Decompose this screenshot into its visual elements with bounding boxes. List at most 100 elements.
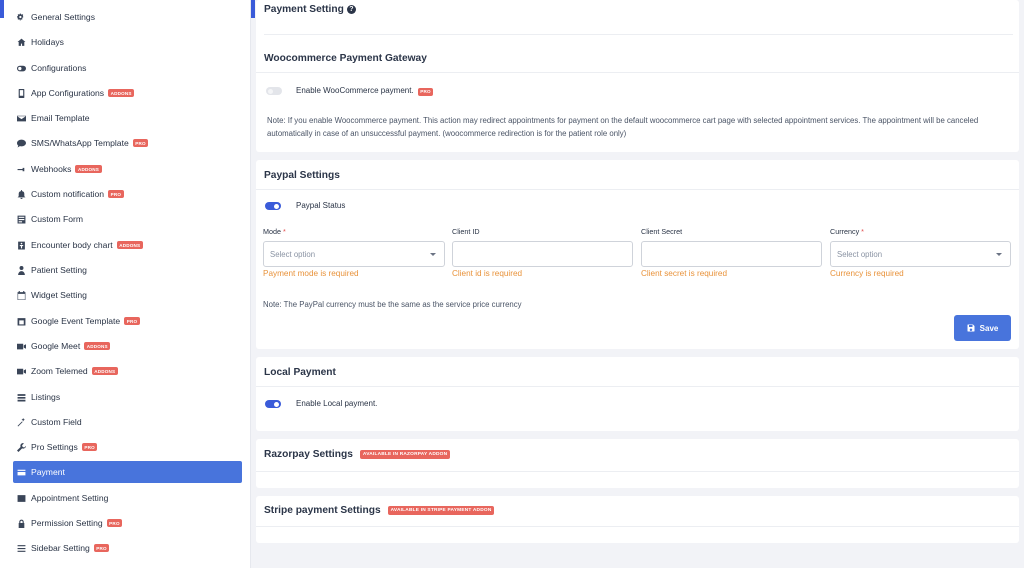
sidebar-item-label: Custom notification — [31, 189, 105, 199]
page-title: Payment Setting ? — [264, 4, 356, 15]
home-icon — [17, 38, 26, 47]
sidebar-item-encounter-body-chart[interactable]: Encounter body chart ADDONS — [13, 234, 242, 256]
sidebar-item-label: Encounter body chart — [31, 240, 113, 250]
calendar-icon — [17, 290, 26, 300]
woocommerce-title: Woocommerce Payment Gateway — [264, 53, 427, 64]
sidebar-item-listings[interactable]: Listings — [13, 386, 242, 408]
paypal-card: Paypal Settings Paypal Status Mode * Sel… — [256, 160, 1019, 349]
currency-select[interactable]: Select option — [830, 241, 1011, 267]
divider — [256, 526, 1019, 527]
addon-badge: AVAILABLE IN STRIPE PAYMENT ADDON — [387, 506, 495, 515]
sidebar-item-google-event-template[interactable]: Google Event Template PRO — [13, 310, 242, 332]
sidebar-item-label: Pro Settings — [31, 442, 78, 452]
sidebar-item-permission-setting[interactable]: Permission Setting PRO — [13, 512, 242, 534]
pro-badge: PRO — [93, 544, 110, 552]
divider — [256, 189, 1019, 190]
floppy-disk-icon — [967, 324, 975, 332]
sidebar-item-label: Google Meet — [31, 341, 81, 351]
addons-badge: ADDONS — [108, 89, 135, 97]
sidebar-item-app-configurations[interactable]: App Configurations ADDONS — [13, 82, 242, 104]
sidebar-item-label: Zoom Telemed — [31, 366, 88, 376]
addons-badge: ADDONS — [84, 342, 111, 350]
pro-badge: PRO — [81, 443, 98, 451]
sidebar-item-custom-field[interactable]: Custom Field — [13, 411, 242, 433]
save-button[interactable]: Save — [954, 315, 1011, 341]
chevron-down-icon — [996, 253, 1002, 256]
paypal-status-label: Paypal Status — [296, 201, 346, 210]
sidebar-item-zoom-telemed[interactable]: Zoom Telemed ADDONS — [13, 360, 242, 382]
paypal-title: Paypal Settings — [264, 170, 340, 181]
help-icon[interactable]: ? — [346, 5, 356, 14]
addons-badge: ADDONS — [91, 367, 118, 375]
video-icon — [17, 342, 26, 351]
sidebar-item-configurations[interactable]: Configurations — [13, 57, 242, 79]
local-payment-label: Enable Local payment. — [296, 399, 378, 408]
paypal-note: Note: The PayPal currency must be the sa… — [263, 300, 522, 309]
client-id-label: Client ID — [452, 227, 480, 236]
sidebar-item-general-settings[interactable]: General Settings — [13, 6, 242, 28]
sidebar-item-patient-setting[interactable]: Patient Setting — [13, 259, 242, 281]
sidebar-item-label: Listings — [31, 392, 61, 402]
stripe-title: Stripe payment Settings AVAILABLE IN STRI… — [264, 505, 495, 516]
magic-wand-icon — [17, 417, 26, 427]
client-secret-error: Client secret is required — [641, 269, 728, 278]
sidebar-item-label: App Configurations — [31, 88, 105, 98]
client-id-error: Client id is required — [452, 269, 523, 278]
bars-icon — [17, 544, 26, 553]
woocommerce-toggle[interactable] — [266, 87, 282, 95]
sidebar-item-sms-whatsapp-template[interactable]: SMS/WhatsApp Template PRO — [13, 132, 242, 154]
razorpay-title: Razorpay Settings AVAILABLE IN RAZORPAY A… — [264, 449, 451, 460]
sidebar-item-email-template[interactable]: Email Template — [13, 107, 242, 129]
sidebar-item-label: SMS/WhatsApp Template — [31, 138, 129, 148]
woocommerce-note: Note: If you enable Woocommerce payment.… — [267, 116, 979, 138]
sidebar-item-sidebar-setting[interactable]: Sidebar Setting PRO — [13, 537, 242, 559]
sidebar-item-label: Appointment Setting — [31, 493, 109, 503]
sidebar-item-label: Custom Field — [31, 417, 82, 427]
sidebar-item-pro-settings[interactable]: Pro Settings PRO — [13, 436, 242, 458]
sidebar-item-webhooks[interactable]: Webhooks ADDONS — [13, 158, 242, 180]
sidebar-item-label: Payment — [31, 467, 65, 477]
addon-badge: AVAILABLE IN RAZORPAY ADDON — [359, 450, 451, 459]
divider — [256, 386, 1019, 387]
settings-sidebar: General Settings Holidays Configurations Ap… — [0, 0, 251, 568]
pro-badge: PRO — [132, 139, 149, 147]
mode-select[interactable]: Select option — [263, 241, 445, 267]
list-icon — [17, 393, 26, 402]
currency-label: Currency * — [830, 227, 864, 236]
sidebar-item-payment[interactable]: Payment — [13, 461, 242, 483]
local-payment-toggle[interactable] — [265, 400, 281, 408]
payment-icon — [17, 468, 26, 477]
woocommerce-toggle-label: Enable WooCommerce payment. PRO — [296, 86, 434, 96]
sidebar-item-custom-form[interactable]: Custom Form — [13, 208, 242, 230]
pro-badge: PRO — [417, 87, 434, 96]
sidebar-item-appointment-setting[interactable]: Appointment Setting — [13, 487, 242, 509]
razorpay-card: Razorpay Settings AVAILABLE IN RAZORPAY A… — [256, 439, 1019, 488]
body-chart-icon — [17, 241, 26, 250]
sidebar-item-label: Sidebar Setting — [31, 543, 90, 553]
pro-badge: PRO — [106, 519, 123, 527]
addons-badge: ADDONS — [116, 241, 143, 249]
client-secret-input[interactable] — [641, 241, 822, 267]
paypal-status-toggle[interactable] — [265, 202, 281, 210]
chat-icon — [17, 139, 26, 148]
sidebar-item-label: Google Event Template — [31, 316, 121, 326]
form-icon — [17, 215, 26, 224]
sidebar-item-google-meet[interactable]: Google Meet ADDONS — [13, 335, 242, 357]
sidebar-item-custom-notification[interactable]: Custom notification PRO — [13, 183, 242, 205]
mobile-icon — [17, 88, 26, 98]
bell-icon — [17, 189, 26, 199]
local-payment-title: Local Payment — [264, 367, 336, 378]
patient-icon — [17, 265, 26, 275]
sidebar-item-label: Permission Setting — [31, 518, 103, 528]
sidebar-edge-marker — [0, 0, 4, 18]
sidebar-item-holidays[interactable]: Holidays — [13, 31, 242, 53]
google-calendar-icon — [17, 317, 26, 326]
usb-icon — [17, 165, 26, 174]
client-id-input[interactable] — [452, 241, 633, 267]
main-edge-marker — [251, 0, 255, 18]
addons-badge: ADDONS — [75, 165, 102, 173]
sidebar-item-label: Email Template — [31, 113, 90, 123]
sidebar-item-widget-setting[interactable]: Widget Setting — [13, 284, 242, 306]
sidebar-item-label: Patient Setting — [31, 265, 87, 275]
appointment-icon — [17, 494, 26, 503]
